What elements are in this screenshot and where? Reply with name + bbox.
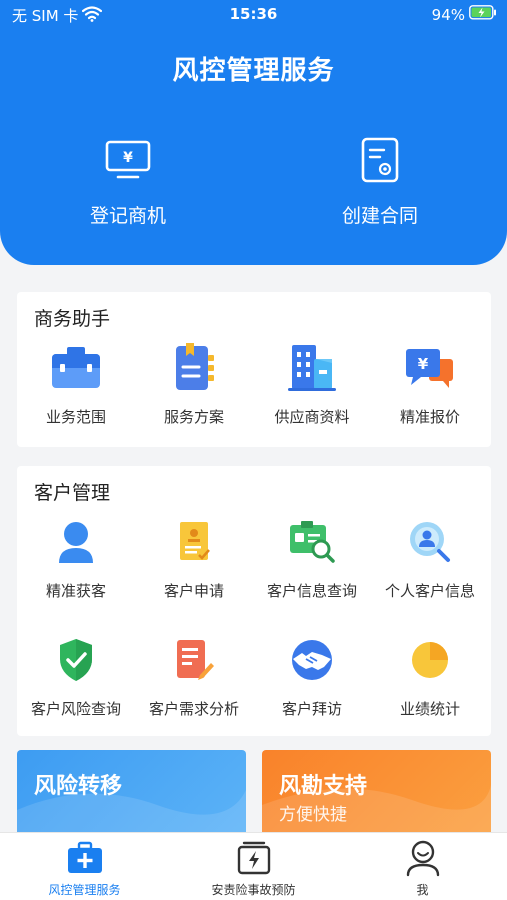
survey-support-subtitle: 方便快捷	[279, 805, 347, 825]
pie-chart-icon	[371, 634, 489, 686]
service-plan-item[interactable]: 服务方案	[135, 342, 253, 427]
precise-acquisition-label: 精准获客	[45, 582, 106, 600]
id-card-search-icon	[253, 516, 371, 568]
battery-charging-icon	[469, 5, 497, 24]
service-plan-label: 服务方案	[163, 408, 224, 426]
briefcase-icon	[17, 342, 135, 394]
customer-needs-analysis-label: 客户需求分析	[148, 700, 239, 718]
precise-quote-label: 精准报价	[399, 408, 460, 426]
performance-stats-item[interactable]: 业绩统计	[371, 634, 489, 719]
shield-check-icon	[17, 634, 135, 686]
create-contract-button[interactable]: 创建合同	[290, 135, 470, 228]
precise-acquisition-item[interactable]: 精准获客	[17, 516, 135, 601]
customer-risk-query-item[interactable]: 客户风险查询	[17, 634, 135, 719]
header-banner: 无 SIM 卡 15:36 94% 风控管理服务 ¥ 登记商机 创建合同	[0, 0, 507, 265]
customer-management-title: 客户管理	[34, 482, 111, 504]
notebook-icon	[135, 342, 253, 394]
supplier-info-item[interactable]: 供应商资料	[253, 342, 371, 427]
risk-transfer-title: 风险转移	[34, 774, 123, 799]
battery-percent: 94%	[431, 5, 465, 24]
application-form-icon	[135, 516, 253, 568]
business-scope-item[interactable]: 业务范围	[17, 342, 135, 427]
supplier-info-label: 供应商资料	[274, 408, 350, 426]
precise-quote-item[interactable]: ¥ 精准报价	[371, 342, 489, 427]
personal-customer-info-item[interactable]: 个人客户信息	[371, 516, 489, 601]
survey-support-title: 风勘支持	[279, 774, 368, 799]
business-assistant-card: 商务助手 业务范围 服务方案 供应商资料 ¥ 精准报价	[17, 292, 491, 447]
register-opportunity-button[interactable]: ¥ 登记商机	[38, 135, 218, 228]
tab-accident-prevention[interactable]: 安责险事故预防	[169, 837, 338, 898]
tab-accident-prevention-label: 安责险事故预防	[211, 883, 296, 897]
contract-document-icon	[290, 135, 470, 185]
tab-bar: 风控管理服务 安责险事故预防 我	[0, 832, 507, 900]
tab-risk-control[interactable]: 风控管理服务	[0, 837, 169, 898]
handshake-icon	[253, 634, 371, 686]
customer-visit-item[interactable]: 客户拜访	[253, 634, 371, 719]
document-edit-icon	[135, 634, 253, 686]
tab-me[interactable]: 我	[338, 837, 507, 898]
user-icon	[17, 516, 135, 568]
customer-application-label: 客户申请	[163, 582, 224, 600]
medical-kit-icon	[0, 837, 169, 879]
performance-stats-label: 业绩统计	[399, 700, 460, 718]
price-chat-icon: ¥	[371, 342, 489, 394]
person-search-icon	[371, 516, 489, 568]
lightning-box-icon	[169, 837, 338, 879]
survey-support-banner[interactable]: 风勘支持 方便快捷	[262, 750, 491, 835]
customer-visit-label: 客户拜访	[281, 700, 342, 718]
customer-management-card: 客户管理 精准获客 客户申请 客户信息查询 个人客户信息 客户风险查询 客户需求…	[17, 466, 491, 736]
personal-customer-info-label: 个人客户信息	[384, 582, 475, 600]
create-contract-label: 创建合同	[341, 205, 418, 227]
customer-application-item[interactable]: 客户申请	[135, 516, 253, 601]
customer-info-query-item[interactable]: 客户信息查询	[253, 516, 371, 601]
tab-risk-control-label: 风控管理服务	[48, 883, 121, 897]
tab-me-label: 我	[416, 883, 429, 897]
monitor-yen-icon: ¥	[38, 135, 218, 185]
business-assistant-title: 商务助手	[34, 308, 111, 330]
page-title: 风控管理服务	[172, 56, 335, 86]
register-opportunity-label: 登记商机	[89, 205, 166, 227]
buildings-icon	[253, 342, 371, 394]
customer-info-query-label: 客户信息查询	[266, 582, 357, 600]
svg-text:¥: ¥	[123, 150, 133, 166]
svg-text:¥: ¥	[418, 355, 429, 373]
risk-transfer-banner[interactable]: 风险转移	[17, 750, 246, 835]
profile-icon	[338, 837, 507, 879]
business-scope-label: 业务范围	[45, 408, 106, 426]
status-bar: 无 SIM 卡 15:36 94%	[0, 0, 507, 30]
customer-needs-analysis-item[interactable]: 客户需求分析	[135, 634, 253, 719]
customer-risk-query-label: 客户风险查询	[30, 700, 121, 718]
